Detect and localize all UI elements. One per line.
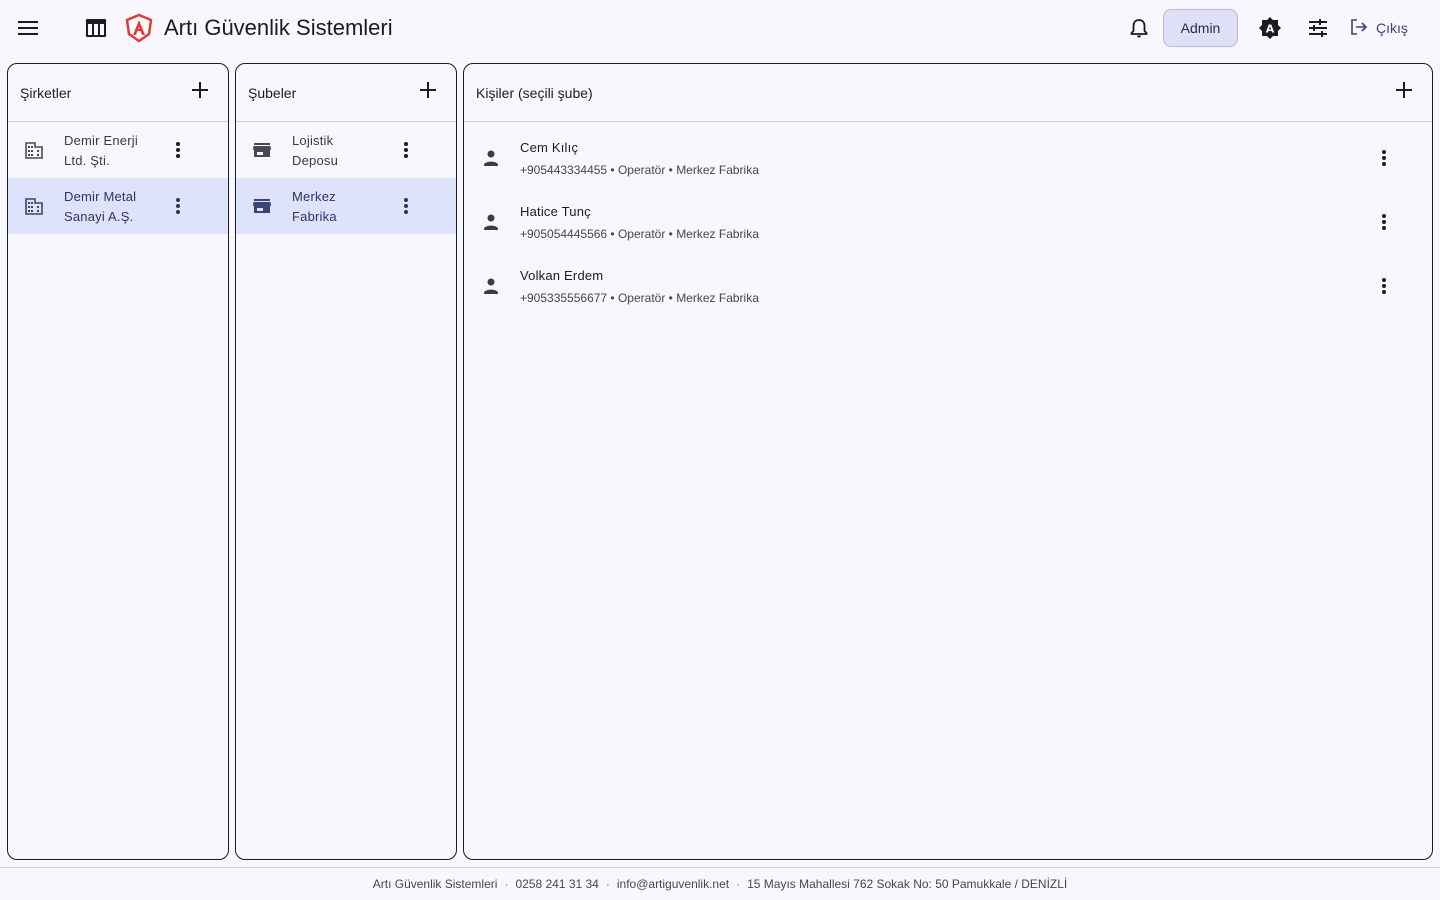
person-icon: [481, 148, 501, 168]
logout-icon: [1350, 18, 1368, 38]
people-title: Kişiler (seçili şube): [476, 84, 593, 101]
companies-title: Şirketler: [20, 84, 72, 101]
building-icon: [24, 196, 44, 216]
person-details: +905443334455 • Operatör • Merkez Fabrik…: [520, 163, 759, 177]
person-icon: [481, 212, 501, 232]
add-company-button[interactable]: [184, 77, 216, 109]
people-panel: Kişiler (seçili şube) Cem Kılıç +9054433…: [463, 63, 1433, 860]
footer-separator: ·: [504, 877, 509, 891]
branch-name: Merkez Fabrika: [292, 189, 337, 224]
person-name: Hatice Tunç: [520, 204, 591, 219]
branches-panel: Şubeler Lojistik Deposu Merkez Fabrika: [235, 63, 457, 860]
add-person-button[interactable]: [1388, 77, 1420, 109]
footer-separator: ·: [605, 877, 610, 891]
footer: Artı Güvenlik Sistemleri · 0258 241 31 3…: [0, 867, 1440, 900]
more-vert-icon[interactable]: [164, 136, 192, 164]
more-vert-icon[interactable]: [392, 192, 420, 220]
list-item[interactable]: Hatice Tunç +905054445566 • Operatör • M…: [464, 190, 1432, 254]
company-name: Demir Enerji Ltd. Şti.: [64, 133, 138, 168]
list-item[interactable]: Merkez Fabrika: [236, 178, 456, 234]
store-icon: [252, 196, 272, 216]
footer-company: Artı Güvenlik Sistemleri: [372, 877, 498, 891]
list-item[interactable]: Demir Metal Sanayi A.Ş.: [8, 178, 228, 234]
person-details: +905335556677 • Operatör • Merkez Fabrik…: [520, 291, 759, 305]
plus-icon: [192, 82, 208, 103]
logout-button[interactable]: Çıkış: [1350, 14, 1408, 42]
tune-settings-icon[interactable]: [1298, 8, 1338, 48]
building-icon: [24, 140, 44, 160]
app-logo: [124, 13, 154, 43]
person-details: +905054445566 • Operatör • Merkez Fabrik…: [520, 227, 759, 241]
admin-button[interactable]: Admin: [1163, 9, 1238, 47]
top-bar: Artı Güvenlik Sistemleri Admin A Çıkış: [0, 0, 1440, 56]
list-item[interactable]: Cem Kılıç +905443334455 • Operatör • Mer…: [464, 126, 1432, 190]
more-vert-icon[interactable]: [164, 192, 192, 220]
branches-header: Şubeler: [236, 64, 456, 122]
footer-address: 15 Mayıs Mahallesi 762 Sokak No: 50 Pamu…: [747, 877, 1068, 891]
footer-phone: 0258 241 31 34: [515, 877, 599, 891]
table-icon[interactable]: [76, 8, 116, 48]
more-vert-icon[interactable]: [392, 136, 420, 164]
list-item[interactable]: Demir Enerji Ltd. Şti.: [8, 122, 228, 178]
plus-icon: [1396, 82, 1412, 103]
more-vert-icon[interactable]: [1370, 208, 1398, 236]
branches-title: Şubeler: [248, 84, 297, 101]
theme-toggle-icon[interactable]: A: [1250, 8, 1290, 48]
store-icon: [252, 140, 272, 160]
person-icon: [481, 276, 501, 296]
menu-icon[interactable]: [8, 8, 48, 48]
plus-icon: [420, 82, 436, 103]
logout-label: Çıkış: [1376, 20, 1408, 36]
person-name: Volkan Erdem: [520, 268, 604, 283]
footer-separator: ·: [736, 877, 741, 891]
company-name: Demir Metal Sanayi A.Ş.: [64, 189, 137, 224]
companies-panel: Şirketler Demir Enerji Ltd. Şti. Demir M…: [7, 63, 229, 860]
list-item[interactable]: Lojistik Deposu: [236, 122, 456, 178]
more-vert-icon[interactable]: [1370, 272, 1398, 300]
add-branch-button[interactable]: [412, 77, 444, 109]
footer-email: info@artiguvenlik.net: [616, 877, 730, 891]
app-title: Artı Güvenlik Sistemleri: [164, 15, 393, 40]
person-name: Cem Kılıç: [520, 140, 579, 155]
svg-text:A: A: [1266, 23, 1275, 36]
companies-header: Şirketler: [8, 64, 228, 122]
people-header: Kişiler (seçili şube): [464, 64, 1432, 122]
branch-name: Lojistik Deposu: [292, 133, 339, 168]
notification-bell-icon[interactable]: [1119, 8, 1159, 48]
more-vert-icon[interactable]: [1370, 144, 1398, 172]
list-item[interactable]: Volkan Erdem +905335556677 • Operatör • …: [464, 254, 1432, 318]
